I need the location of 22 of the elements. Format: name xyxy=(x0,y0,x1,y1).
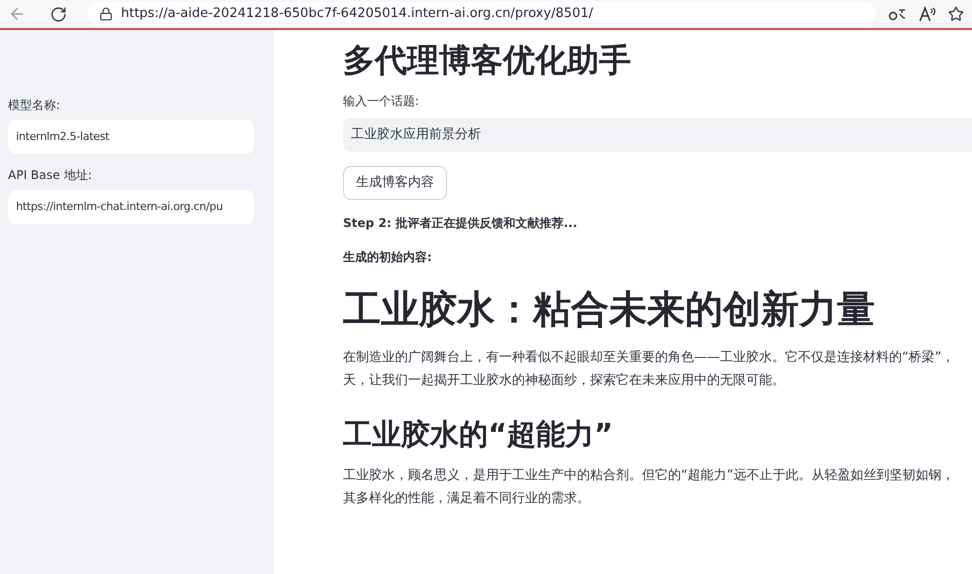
paragraph-line: 在制造业的广阔舞台上，有一种看似不起眼却至关重要的角色——工业胶水。它不仅是连接材料的“桥梁”， xyxy=(343,348,954,366)
paragraph-line: 工业胶水，顾名思义，是用于工业生产中的粘合剂。但它的“超能力”远不止于此。从轻盈如丝到坚韧如钢， xyxy=(343,466,954,485)
paragraph-line: 其多样化的性能，满足着不同行业的需求。 xyxy=(343,490,591,508)
url-text: https://a-aide-20241218-650bc7f-64205014.intern-ai.org.cn/proxy/8501/ xyxy=(121,5,593,24)
text-size-icon[interactable] xyxy=(918,6,936,22)
field-label: 输入一个话题: xyxy=(343,93,420,110)
text-input[interactable]: https://internlm-chat.intern-ai.org.cn/pu xyxy=(8,190,254,224)
reload-icon[interactable] xyxy=(50,6,67,22)
field-label: API Base 地址: xyxy=(8,167,93,184)
generate-button[interactable]: 生成博客内容 xyxy=(343,166,447,200)
lock-icon xyxy=(99,7,113,21)
paragraph-line: 天，让我们一起揭开工业胶水的神秘面纱，探索它在未来应用中的无限可能。 xyxy=(343,372,786,390)
address-bar[interactable]: https://a-aide-20241218-650bc7f-64205014.intern-ai.org.cn/proxy/8501/ xyxy=(87,2,876,26)
text-input[interactable]: internlm2.5-latest xyxy=(8,120,254,154)
topic-input[interactable]: 工业胶水应用前景分析 xyxy=(343,118,972,152)
favorite-icon[interactable] xyxy=(948,6,964,22)
status-text: Step 2: 批评者正在提供反馈和文献推荐... xyxy=(343,215,578,232)
page-title: 多代理博客优化助手 xyxy=(343,40,631,80)
article-heading: 工业胶水：粘合未来的创新力量 xyxy=(343,286,875,333)
field-label: 模型名称: xyxy=(8,97,62,114)
section-heading: 工业胶水的“超能力” xyxy=(343,416,614,452)
section-label: 生成的初始内容: xyxy=(343,249,432,266)
